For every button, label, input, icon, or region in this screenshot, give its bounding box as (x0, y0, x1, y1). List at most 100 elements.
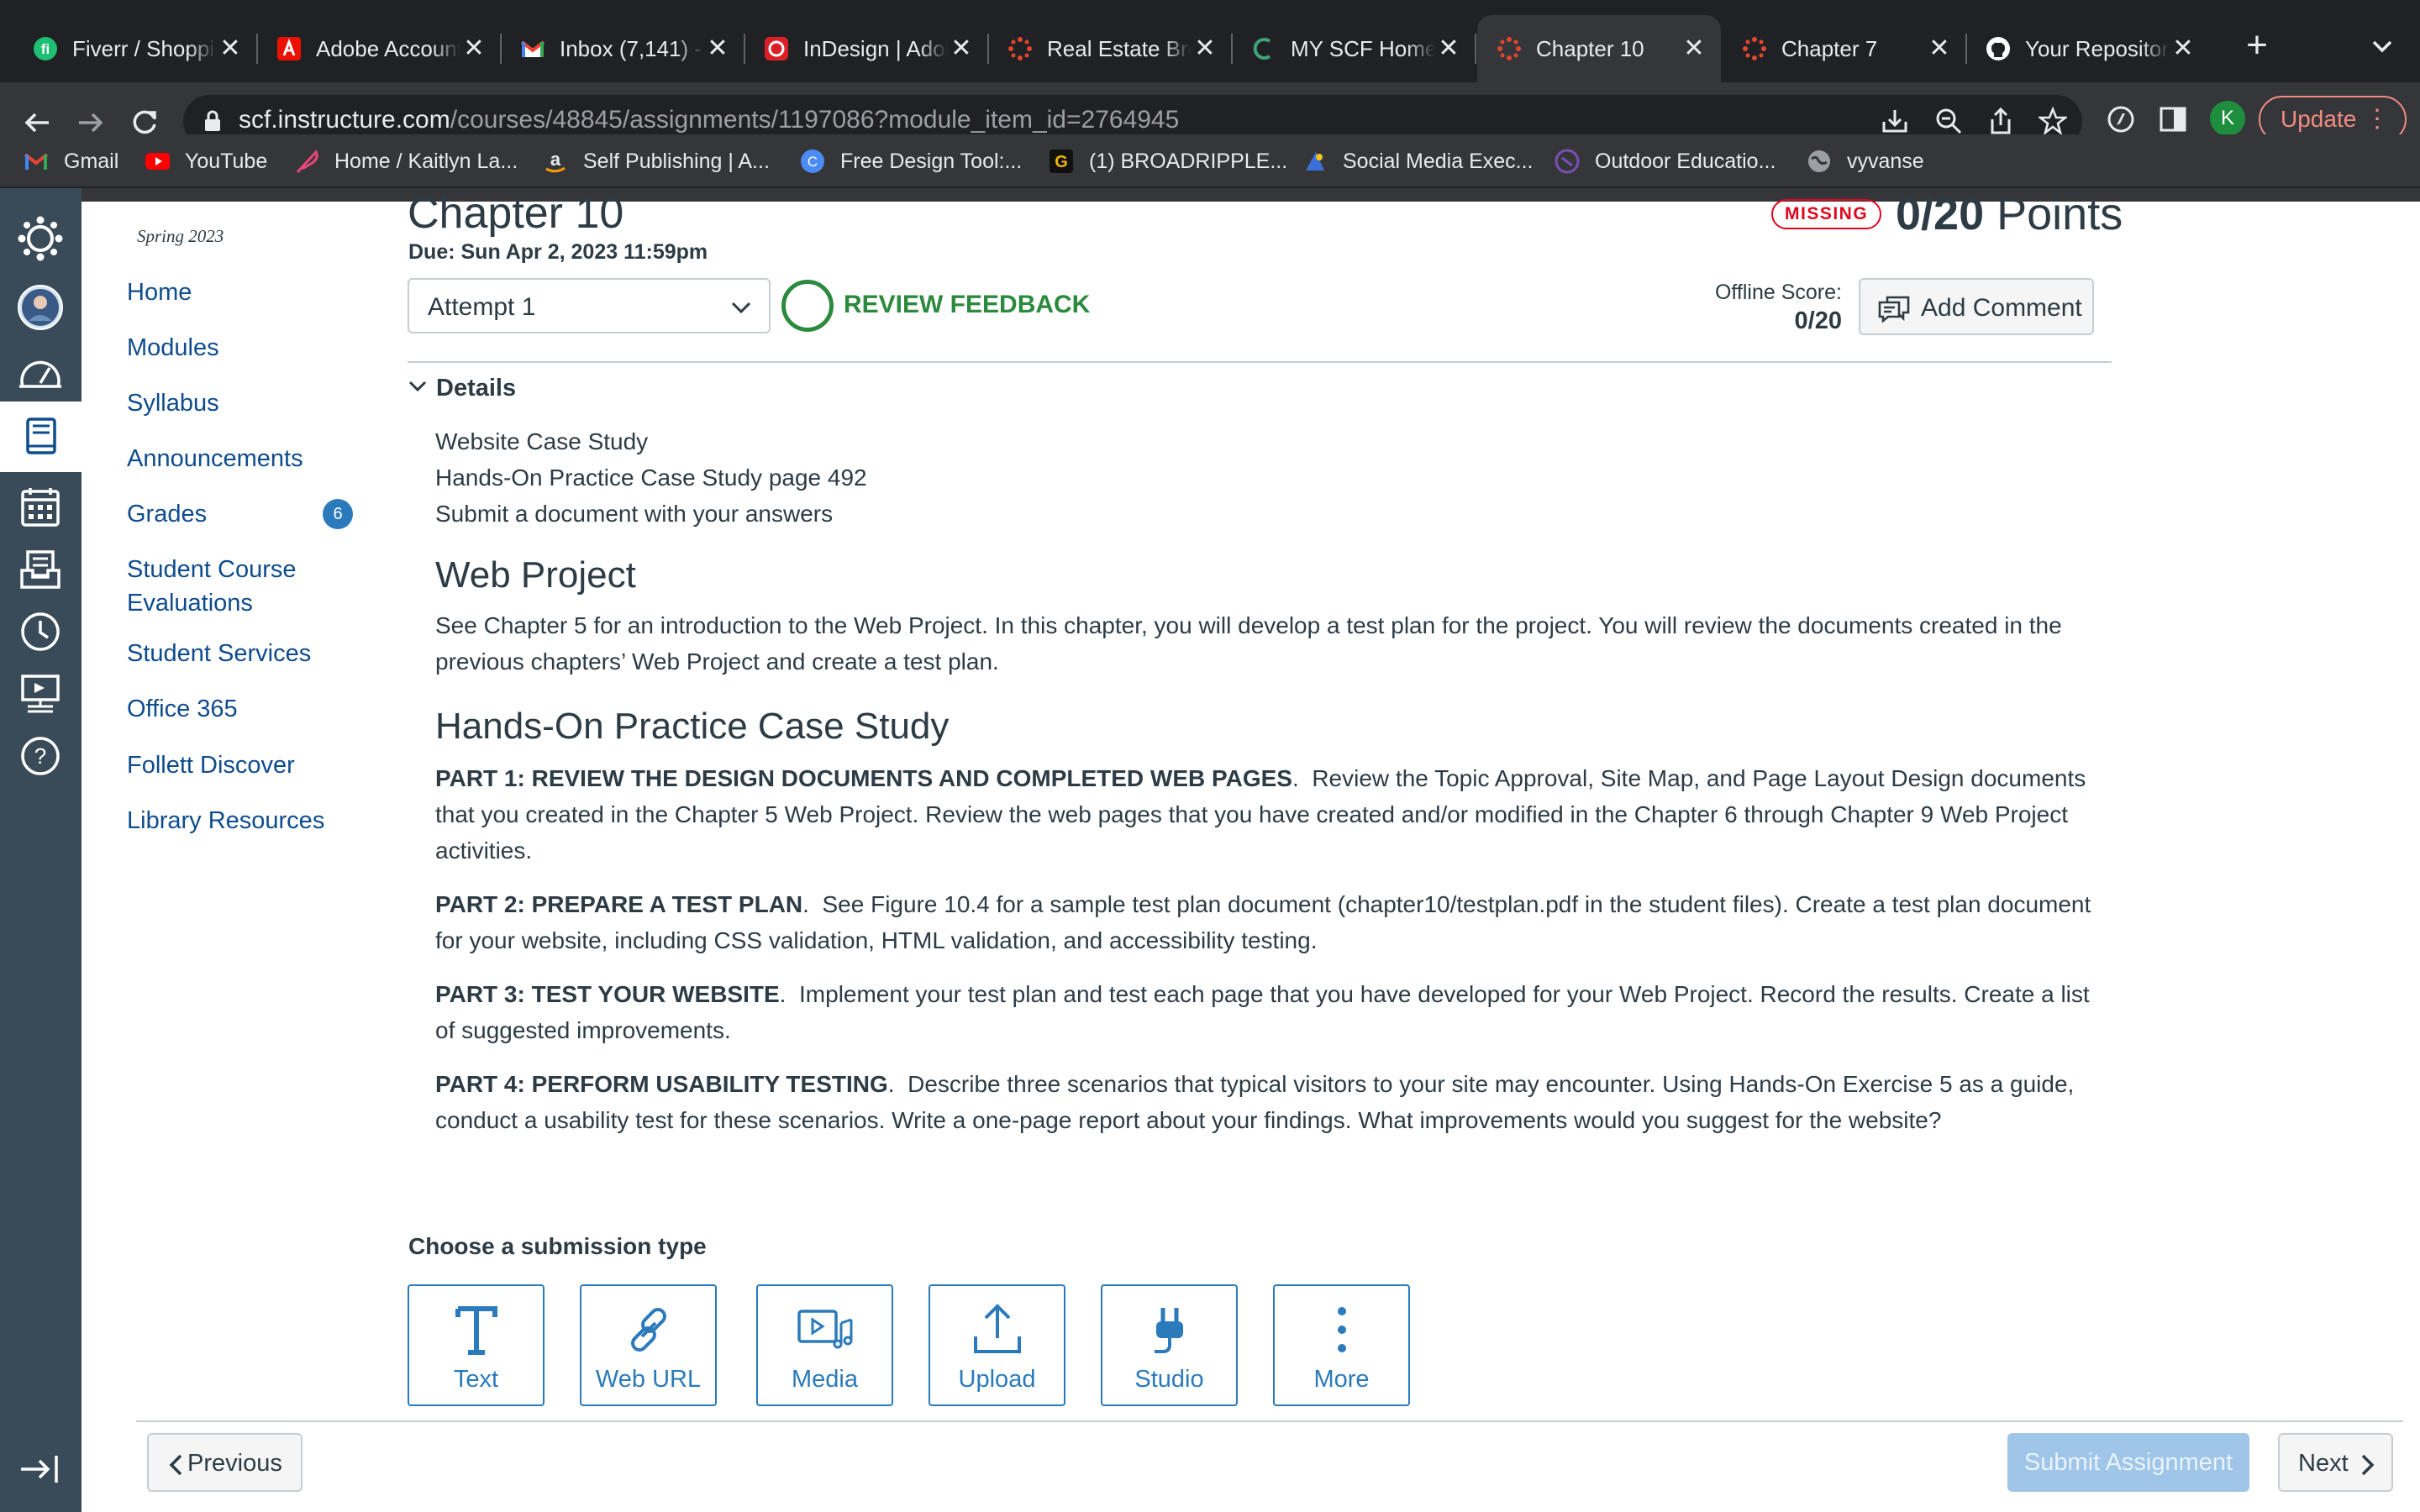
bookmark-broadripple[interactable]: G (1) BROADRIPPLE... (1049, 144, 1287, 178)
browser-tab[interactable]: Chapter 7 ✕ (1723, 15, 1967, 82)
browser-tab-bar: fi Fiverr / Shopping ✕ Adobe Account ✕ I… (0, 0, 2420, 82)
missing-status-badge: MISSING (1771, 199, 1882, 229)
lock-icon[interactable] (203, 109, 222, 137)
scf-icon (1250, 35, 1277, 62)
submission-type-upload-button[interactable]: Upload (929, 1284, 1065, 1406)
browser-tab[interactable]: Inbox (7,141) - ✕ (501, 15, 745, 82)
course-nav-home[interactable]: Home (127, 276, 192, 309)
course-nav-modules[interactable]: Modules (127, 331, 219, 365)
history-icon[interactable] (15, 606, 66, 657)
inbox-icon[interactable] (15, 544, 66, 595)
course-nav-grades[interactable]: Grades (127, 497, 207, 531)
github-icon (1985, 35, 2012, 62)
bookmark-outdoor[interactable]: Outdoor Educatio... (1555, 144, 1776, 178)
details-label: Details (436, 374, 517, 402)
close-tab-icon[interactable]: ✕ (2168, 34, 2198, 64)
commons-icon[interactable] (15, 669, 66, 719)
submission-type-media-button[interactable]: Media (756, 1284, 893, 1406)
close-tab-icon[interactable]: ✕ (702, 34, 733, 64)
bookmark-self-publishing[interactable]: a Self Publishing | A... (543, 144, 770, 178)
browser-tab[interactable]: InDesign | Adobe ✕ (744, 15, 989, 82)
submission-type-text-button[interactable]: Text (408, 1284, 544, 1406)
comment-icon (1877, 294, 1911, 327)
details-toggle[interactable]: Details (408, 370, 516, 407)
browser-tab[interactable]: Adobe Account ✕ (257, 15, 502, 82)
review-feedback-icon[interactable] (781, 280, 834, 332)
tab-title: Chapter 7 (1781, 35, 1878, 61)
browser-tab[interactable]: MY SCF Home ✕ (1232, 15, 1476, 82)
extension-icon[interactable] (2102, 101, 2139, 138)
close-tab-icon[interactable]: ✕ (1679, 34, 1709, 64)
browser-tab[interactable]: fi Fiverr / Shopping ✕ (13, 15, 258, 82)
side-panel-icon[interactable] (2154, 101, 2191, 138)
bookmark-canva[interactable]: C Free Design Tool:... (800, 144, 1022, 178)
bookmark-social-media[interactable]: Social Media Exec... (1302, 144, 1534, 178)
browser-tab-active[interactable]: Chapter 10 ✕ (1477, 15, 1721, 82)
close-tab-icon[interactable]: ✕ (1434, 34, 1464, 64)
zoom-icon[interactable] (1934, 107, 1963, 135)
attempt-value: Attempt 1 (428, 293, 536, 321)
course-nav-announcements[interactable]: Announcements (127, 442, 303, 475)
close-tab-icon[interactable]: ✕ (459, 34, 489, 64)
account-avatar-icon[interactable] (15, 282, 66, 333)
profile-avatar[interactable]: K (2210, 101, 2245, 136)
close-tab-icon[interactable]: ✕ (1190, 34, 1220, 64)
submission-type-web-url-button[interactable]: Web URL (580, 1284, 717, 1406)
course-nav-student-course-evaluations[interactable]: Student Course Evaluations (127, 553, 329, 620)
upload-icon (930, 1296, 1064, 1363)
dashboard-icon[interactable] (15, 348, 66, 398)
link-icon (581, 1296, 715, 1363)
course-nav-student-services[interactable]: Student Services (127, 637, 311, 670)
new-tab-button[interactable]: + (2233, 24, 2281, 71)
submit-assignment-button[interactable]: Submit Assignment (2007, 1433, 2249, 1492)
tab-title: MY SCF Home (1291, 35, 1435, 61)
attempt-select[interactable]: Attempt 1 (408, 278, 771, 333)
outdoor-icon (1555, 149, 1580, 174)
close-tab-icon[interactable]: ✕ (1924, 34, 1954, 64)
close-tab-icon[interactable]: ✕ (946, 34, 976, 64)
calendar-icon[interactable] (15, 482, 66, 533)
submission-type-more-button[interactable]: More (1273, 1284, 1410, 1406)
course-nav-library-resources[interactable]: Library Resources (127, 804, 324, 837)
bookmark-gmail[interactable]: Gmail (24, 144, 118, 178)
tab-title: Your Repositories (2025, 35, 2170, 61)
bookmark-vyvanse[interactable]: vyvanse (1807, 144, 1924, 178)
course-nav-office-365[interactable]: Office 365 (127, 692, 238, 726)
part-3-paragraph: PART 3: TEST YOUR WEBSITE. Implement you… (435, 981, 2090, 1043)
course-nav-follett-discover[interactable]: Follett Discover (127, 748, 295, 782)
tab-search-chevron-icon[interactable] (2361, 25, 2403, 67)
browser-tab[interactable]: Real Estate Brochure ✕ (988, 15, 1233, 82)
text-icon (409, 1296, 543, 1363)
url-text[interactable]: scf.instructure.com/courses/48845/assign… (239, 106, 1179, 134)
bookmark-home[interactable]: Home / Kaitlyn La... (294, 144, 518, 178)
bookmark-star-icon[interactable] (2037, 106, 2069, 136)
canvas-icon (1007, 35, 1034, 62)
share-icon[interactable] (1986, 107, 2015, 135)
canvas-logo-icon[interactable] (15, 213, 66, 264)
install-app-icon[interactable] (1881, 107, 1909, 135)
submission-type-label: Web URL (595, 1366, 702, 1393)
review-feedback-link[interactable]: REVIEW FEEDBACK (844, 291, 1090, 319)
next-button[interactable]: Next (2278, 1433, 2393, 1492)
help-icon[interactable]: ? (15, 731, 66, 781)
svg-text:G: G (1055, 153, 1068, 171)
collapse-nav-icon[interactable] (15, 1444, 66, 1494)
bookmark-youtube[interactable]: YouTube (145, 144, 267, 178)
close-tab-icon[interactable]: ✕ (215, 34, 245, 64)
course-nav-syllabus[interactable]: Syllabus (127, 386, 219, 420)
chevron-left-icon (167, 1453, 186, 1481)
courses-icon[interactable] (0, 402, 82, 472)
tab-title: Chapter 10 (1536, 35, 1644, 61)
part-4-paragraph: PART 4: PERFORM USABILITY TESTING. Descr… (435, 1071, 2075, 1133)
due-date: Due: Sun Apr 2, 2023 11:59pm (408, 240, 708, 264)
previous-button[interactable]: Previous (147, 1433, 302, 1492)
adobe-icon (276, 35, 302, 62)
fiverr-icon: fi (32, 35, 59, 62)
amazon-icon: a (543, 149, 568, 174)
add-comment-button[interactable]: Add Comment (1859, 278, 2094, 335)
canva-icon: C (800, 149, 825, 174)
part-label: PART 4: PERFORM USABILITY TESTING (435, 1071, 888, 1097)
gmail-icon (519, 35, 546, 62)
browser-tab[interactable]: Your Repositories ✕ (1966, 15, 2210, 82)
submission-type-studio-button[interactable]: Studio (1101, 1284, 1238, 1406)
